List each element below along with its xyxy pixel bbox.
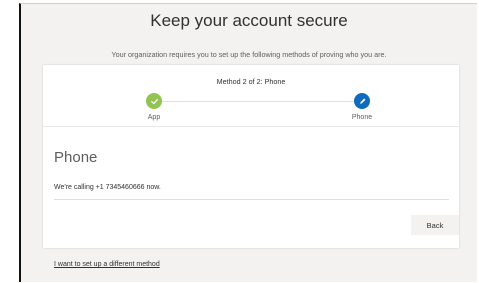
section-divider	[54, 199, 449, 200]
pencil-icon	[358, 97, 367, 106]
page-subtitle: Your organization requires you to set up…	[111, 50, 387, 59]
setup-window: Keep your account secure Your organizati…	[19, 3, 477, 282]
step-phone-label: Phone	[351, 114, 373, 121]
step-counter: Method 2 of 2: Phone	[216, 77, 286, 86]
step-phone-current-indicator	[354, 93, 370, 109]
phone-section: Phone We're calling +1 7345460666 now. B…	[43, 126, 459, 248]
call-status-text: We're calling +1 7345460666 now.	[54, 184, 161, 191]
section-heading: Phone	[54, 149, 98, 166]
back-button[interactable]: Back	[411, 215, 459, 235]
step-app-label: App	[147, 114, 161, 121]
different-method-link[interactable]: I want to set up a different method	[54, 261, 160, 268]
setup-card: Method 2 of 2: Phone App Phone Phone We'…	[43, 65, 459, 248]
step-app-complete-indicator	[146, 93, 162, 109]
page-title: Keep your account secure	[150, 11, 348, 30]
checkmark-icon	[150, 97, 159, 106]
progress-track	[154, 101, 362, 102]
